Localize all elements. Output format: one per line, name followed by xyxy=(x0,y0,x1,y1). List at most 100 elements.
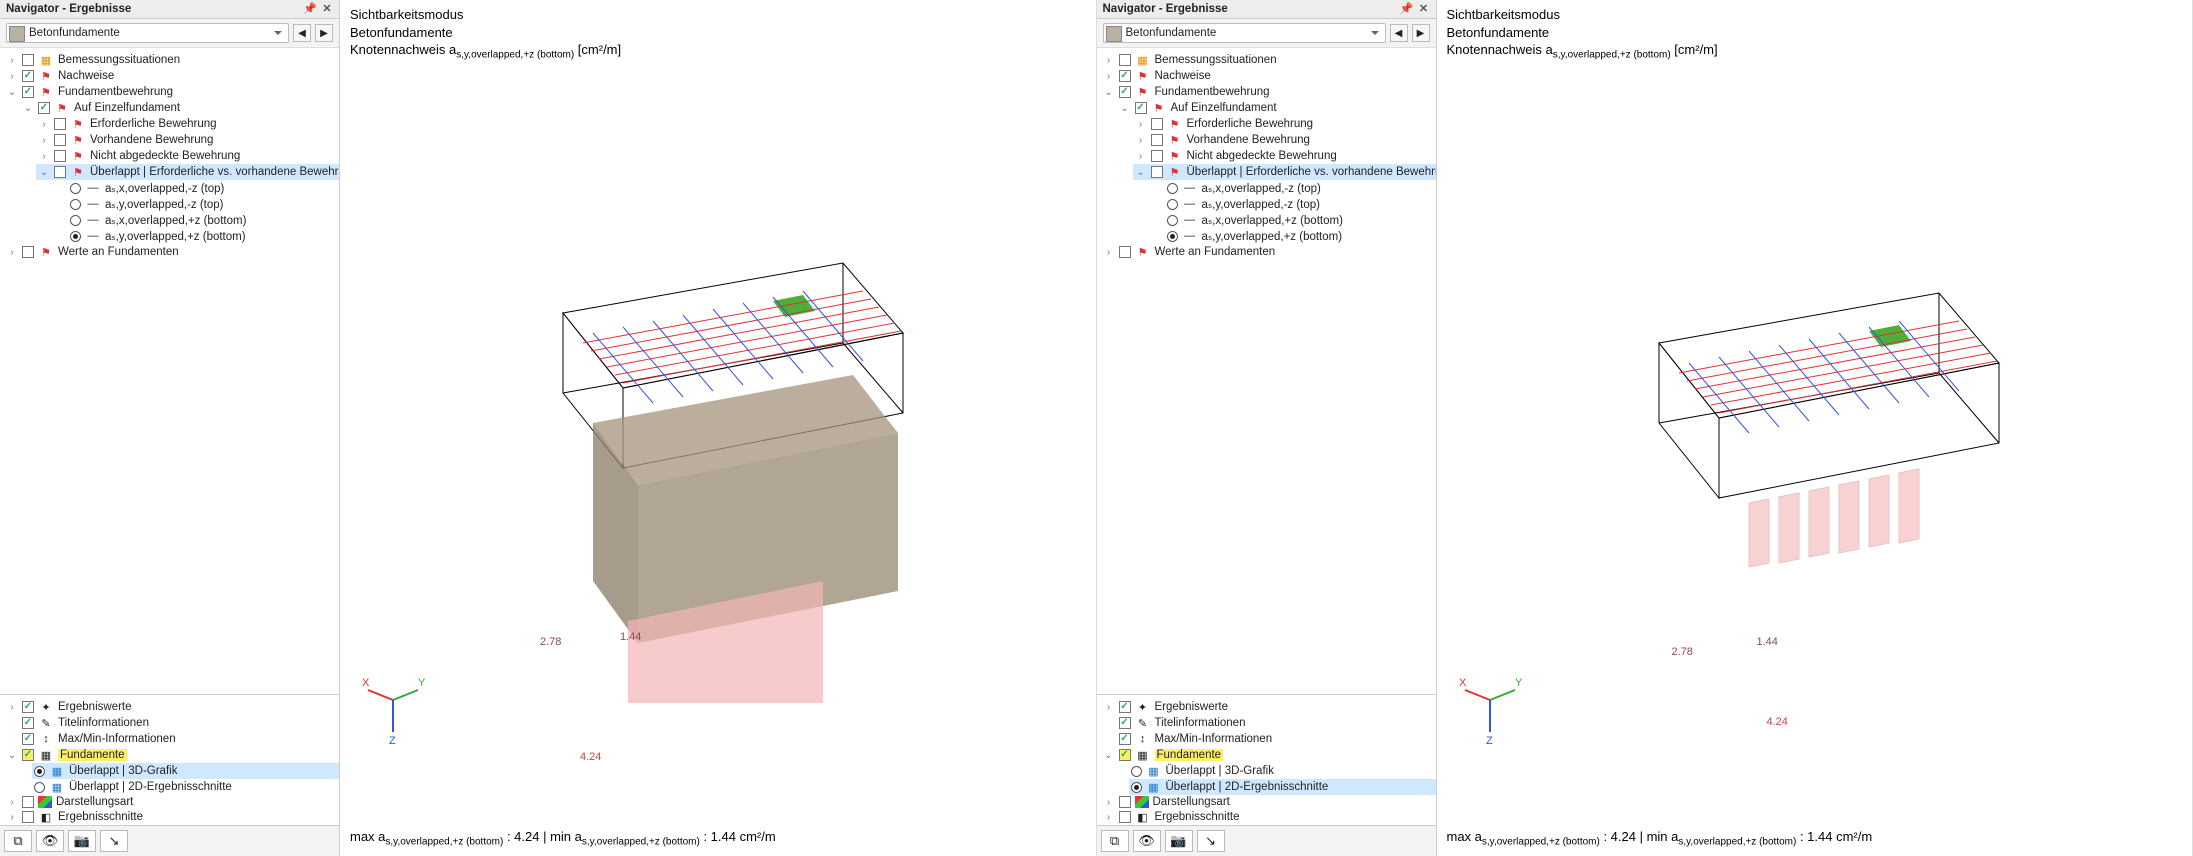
tree-erforderliche[interactable]: Erforderliche Bewehrung xyxy=(90,118,217,130)
checkbox[interactable] xyxy=(54,166,66,178)
pin-icon[interactable]: 📌 xyxy=(303,3,315,15)
checkbox[interactable] xyxy=(54,150,66,162)
expand-icon[interactable]: › xyxy=(1103,701,1115,713)
expand-icon[interactable]: › xyxy=(38,134,50,146)
checkbox[interactable] xyxy=(22,54,34,66)
tree-bemessungssituationen[interactable]: Bemessungssituationen xyxy=(58,54,180,66)
tree-r3[interactable]: aₛ,x,overlapped,+z (bottom) xyxy=(105,213,246,227)
collapse-icon[interactable]: ⌄ xyxy=(6,749,18,761)
checkbox[interactable] xyxy=(1119,717,1131,729)
checkbox[interactable] xyxy=(22,796,34,808)
tree-r2[interactable]: aₛ,y,overlapped,-z (top) xyxy=(1202,197,1321,211)
radio-asx-bottom[interactable] xyxy=(1167,215,1178,226)
checkbox[interactable] xyxy=(22,70,34,82)
checkbox[interactable] xyxy=(1151,134,1163,146)
tree-nachweise[interactable]: Nachweise xyxy=(1155,70,1211,82)
checkbox[interactable] xyxy=(1119,86,1131,98)
toolbar-camera-button[interactable]: 📷 xyxy=(1165,830,1193,852)
toolbar-eye-button[interactable]: 👁 xyxy=(1133,830,1161,852)
tree-schnitte[interactable]: Ergebnisschnitte xyxy=(1155,811,1240,823)
checkbox[interactable] xyxy=(1119,70,1131,82)
expand-icon[interactable]: › xyxy=(6,54,18,66)
tree-uberlappt[interactable]: Überlappt | Erforderliche vs. vorhandene… xyxy=(1187,166,1436,178)
toolbar-animate-button[interactable]: ↘ xyxy=(1197,830,1225,852)
results-category-combo[interactable]: Betonfundamente xyxy=(6,23,289,43)
radio-asx-top[interactable] xyxy=(70,183,81,194)
tree-bemessungssituationen[interactable]: Bemessungssituationen xyxy=(1155,54,1277,66)
checkbox[interactable] xyxy=(1119,701,1131,713)
checkbox[interactable] xyxy=(1119,54,1131,66)
tree-fundamente[interactable]: Fundamente xyxy=(58,749,127,761)
tree-vorhandene[interactable]: Vorhandene Bewehrung xyxy=(1187,134,1310,146)
radio-asx-top[interactable] xyxy=(1167,183,1178,194)
viewport-3d-canvas[interactable]: 2.78 1.44 4.24 X Y Z xyxy=(340,62,1096,823)
radio-asy-bottom[interactable] xyxy=(70,231,81,242)
nav-next-button[interactable]: ▶ xyxy=(1412,24,1430,42)
tree-werte[interactable]: Werte an Fundamenten xyxy=(1155,246,1276,258)
checkbox[interactable] xyxy=(54,118,66,130)
tree-u2d[interactable]: Überlappt | 2D-Ergebnisschnitte xyxy=(1166,781,1329,793)
tree-maxmin[interactable]: Max/Min-Informationen xyxy=(1155,733,1273,745)
expand-icon[interactable]: › xyxy=(38,150,50,162)
checkbox[interactable] xyxy=(22,811,34,823)
expand-icon[interactable]: › xyxy=(1135,118,1147,130)
tree-r4[interactable]: aₛ,y,overlapped,+z (bottom) xyxy=(1202,229,1343,243)
tree-u2d[interactable]: Überlappt | 2D-Ergebnisschnitte xyxy=(69,781,232,793)
tree-maxmin[interactable]: Max/Min-Informationen xyxy=(58,733,176,745)
tree-uberlappt[interactable]: Überlappt | Erforderliche vs. vorhandene… xyxy=(90,166,339,178)
collapse-icon[interactable]: ⌄ xyxy=(22,102,34,114)
checkbox[interactable] xyxy=(1151,150,1163,162)
nav-next-button[interactable]: ▶ xyxy=(315,24,333,42)
expand-icon[interactable]: › xyxy=(1103,811,1115,823)
checkbox[interactable] xyxy=(1119,811,1131,823)
checkbox[interactable] xyxy=(1151,118,1163,130)
tree-nachweise[interactable]: Nachweise xyxy=(58,70,114,82)
toolbar-screenshot-button[interactable]: ⧉ xyxy=(4,830,32,852)
tree-fundamentbewehrung[interactable]: Fundamentbewehrung xyxy=(58,86,173,98)
radio-3d[interactable] xyxy=(34,766,45,777)
tree-ergebniswerte[interactable]: Ergebniswerte xyxy=(1155,701,1229,713)
tree-schnitte[interactable]: Ergebnisschnitte xyxy=(58,811,143,823)
expand-icon[interactable]: › xyxy=(6,701,18,713)
tree-r4[interactable]: aₛ,y,overlapped,+z (bottom) xyxy=(105,229,246,243)
tree-nichtabgedeckt[interactable]: Nicht abgedeckte Bewehrung xyxy=(1187,150,1337,162)
checkbox[interactable] xyxy=(1151,166,1163,178)
expand-icon[interactable]: › xyxy=(38,118,50,130)
viewport-3d-canvas[interactable]: 2.78 1.44 4.24 X Y Z xyxy=(1437,62,2193,823)
collapse-icon[interactable]: ⌄ xyxy=(1103,86,1115,98)
toolbar-eye-button[interactable]: 👁 xyxy=(36,830,64,852)
radio-3d[interactable] xyxy=(1131,766,1142,777)
expand-icon[interactable]: › xyxy=(1103,70,1115,82)
collapse-icon[interactable]: ⌄ xyxy=(1135,166,1147,178)
collapse-icon[interactable]: ⌄ xyxy=(1103,749,1115,761)
checkbox[interactable] xyxy=(1119,733,1131,745)
tree-r1[interactable]: aₛ,x,overlapped,-z (top) xyxy=(105,181,224,195)
checkbox[interactable] xyxy=(22,701,34,713)
tree-aufeinzelfundament[interactable]: Auf Einzelfundament xyxy=(1171,102,1277,114)
nav-prev-button[interactable]: ◀ xyxy=(1390,24,1408,42)
checkbox[interactable] xyxy=(22,86,34,98)
checkbox[interactable] xyxy=(54,134,66,146)
expand-icon[interactable]: › xyxy=(1103,54,1115,66)
expand-icon[interactable]: › xyxy=(6,70,18,82)
expand-icon[interactable]: › xyxy=(1135,150,1147,162)
tree-erforderliche[interactable]: Erforderliche Bewehrung xyxy=(1187,118,1314,130)
checkbox[interactable] xyxy=(1119,749,1131,761)
tree-r2[interactable]: aₛ,y,overlapped,-z (top) xyxy=(105,197,224,211)
tree-r3[interactable]: aₛ,x,overlapped,+z (bottom) xyxy=(1202,213,1343,227)
display-options-tree[interactable]: › ✦ Ergebniswerte ✎ Titelinformationen ↕… xyxy=(0,694,339,825)
tree-r1[interactable]: aₛ,x,overlapped,-z (top) xyxy=(1202,181,1321,195)
tree-darstellungsart[interactable]: Darstellungsart xyxy=(56,796,133,808)
tree-vorhandene[interactable]: Vorhandene Bewehrung xyxy=(90,134,213,146)
checkbox[interactable] xyxy=(22,749,34,761)
tree-werte[interactable]: Werte an Fundamenten xyxy=(58,246,179,258)
checkbox[interactable] xyxy=(22,733,34,745)
collapse-icon[interactable]: ⌄ xyxy=(6,86,18,98)
expand-icon[interactable]: › xyxy=(1135,134,1147,146)
expand-icon[interactable]: › xyxy=(1103,796,1115,808)
expand-icon[interactable]: › xyxy=(6,246,18,258)
display-options-tree[interactable]: › ✦ Ergebniswerte ✎ Titelinformationen ↕… xyxy=(1097,694,1436,825)
tree-nichtabgedeckt[interactable]: Nicht abgedeckte Bewehrung xyxy=(90,150,240,162)
checkbox[interactable] xyxy=(22,246,34,258)
tree-titel[interactable]: Titelinformationen xyxy=(1155,717,1246,729)
